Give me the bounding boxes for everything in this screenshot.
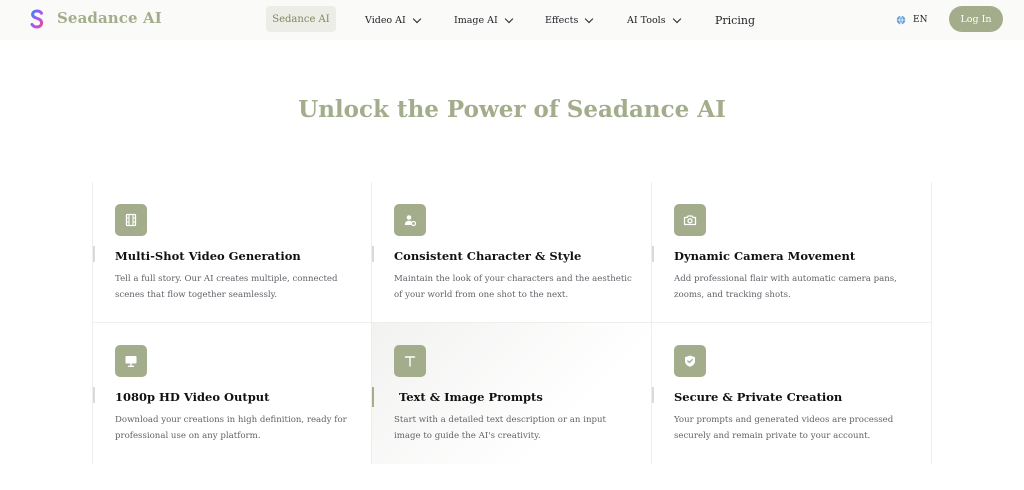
feature-title: 1080p HD Video Output bbox=[115, 390, 270, 404]
nav-item-label: AI Tools bbox=[627, 14, 666, 26]
feature-card-hd-output: 1080p HD Video Output Download your crea… bbox=[92, 323, 372, 464]
feature-icon-box bbox=[674, 345, 706, 377]
feature-icon-box bbox=[115, 204, 147, 236]
card-accent-bar bbox=[372, 387, 374, 407]
camera-icon bbox=[683, 215, 697, 226]
monitor-icon bbox=[125, 356, 137, 367]
nav-item-label: Pricing bbox=[715, 13, 755, 27]
login-button[interactable]: Log In bbox=[949, 6, 1003, 32]
brand-name[interactable]: Seadance AI bbox=[57, 9, 162, 27]
feature-description: Add professional flair with automatic ca… bbox=[674, 274, 897, 300]
text-icon bbox=[404, 356, 416, 367]
feature-icon-box bbox=[674, 204, 706, 236]
feature-description: Start with a detailed text description o… bbox=[394, 415, 606, 441]
nav-item-ai-tools[interactable]: AI Tools bbox=[627, 0, 681, 40]
film-icon bbox=[125, 213, 137, 227]
feature-card-multi-shot: Multi-Shot Video Generation Tell a full … bbox=[92, 182, 372, 323]
feature-description: Tell a full story. Our AI creates multip… bbox=[115, 274, 338, 300]
section-title: Unlock the Power of Seadance AI bbox=[298, 96, 726, 123]
language-label: EN bbox=[913, 15, 928, 25]
chevron-down-icon bbox=[672, 14, 681, 23]
feature-icon-box bbox=[394, 345, 426, 377]
nav-item-image-ai[interactable]: Image AI bbox=[454, 0, 514, 40]
nav-item-effects[interactable]: Effects bbox=[545, 0, 594, 40]
nav-item-label: Video AI bbox=[365, 14, 406, 26]
shield-check-icon bbox=[685, 355, 695, 367]
feature-description: Download your creations in high definiti… bbox=[115, 415, 347, 441]
feature-description: Your prompts and generated videos are pr… bbox=[674, 415, 894, 441]
seadance-logo-icon[interactable] bbox=[30, 9, 44, 29]
card-accent-bar bbox=[93, 387, 95, 403]
globe-icon bbox=[896, 15, 906, 25]
feature-card-camera-movement: Dynamic Camera Movement Add professional… bbox=[652, 182, 932, 323]
feature-card-consistent-character: Consistent Character & Style Maintain th… bbox=[372, 182, 652, 323]
top-nav-bar: Seadance AI Sedance AI Video AI Image AI… bbox=[0, 0, 1024, 40]
feature-title: Multi-Shot Video Generation bbox=[115, 249, 301, 263]
nav-item-label: Sedance AI bbox=[272, 13, 330, 25]
nav-item-video-ai[interactable]: Video AI bbox=[365, 0, 422, 40]
user-settings-icon bbox=[404, 215, 417, 227]
nav-item-pricing[interactable]: Pricing bbox=[715, 0, 755, 40]
feature-title: Dynamic Camera Movement bbox=[674, 249, 856, 263]
feature-title: Secure & Private Creation bbox=[674, 390, 843, 404]
feature-title: Text & Image Prompts bbox=[399, 390, 543, 404]
language-selector[interactable]: EN bbox=[896, 0, 927, 40]
chevron-down-icon bbox=[412, 14, 422, 23]
feature-description: Maintain the look of your characters and… bbox=[394, 274, 632, 300]
nav-item-label: Image AI bbox=[454, 14, 498, 26]
nav-item-label: Effects bbox=[545, 14, 579, 26]
card-accent-bar bbox=[652, 246, 654, 262]
chevron-down-icon bbox=[504, 14, 514, 23]
feature-card-secure-private: Secure & Private Creation Your prompts a… bbox=[652, 323, 932, 464]
feature-icon-box bbox=[115, 345, 147, 377]
nav-item-sedance-ai[interactable]: Sedance AI bbox=[266, 6, 336, 32]
feature-icon-box bbox=[394, 204, 426, 236]
feature-card-text-image-prompts: Text & Image Prompts Start with a detail… bbox=[372, 323, 652, 464]
card-accent-bar bbox=[372, 246, 374, 262]
card-accent-bar bbox=[93, 246, 95, 262]
feature-title: Consistent Character & Style bbox=[394, 249, 582, 263]
chevron-down-icon bbox=[585, 14, 594, 23]
features-grid: Multi-Shot Video Generation Tell a full … bbox=[92, 182, 932, 464]
card-accent-bar bbox=[652, 387, 654, 403]
